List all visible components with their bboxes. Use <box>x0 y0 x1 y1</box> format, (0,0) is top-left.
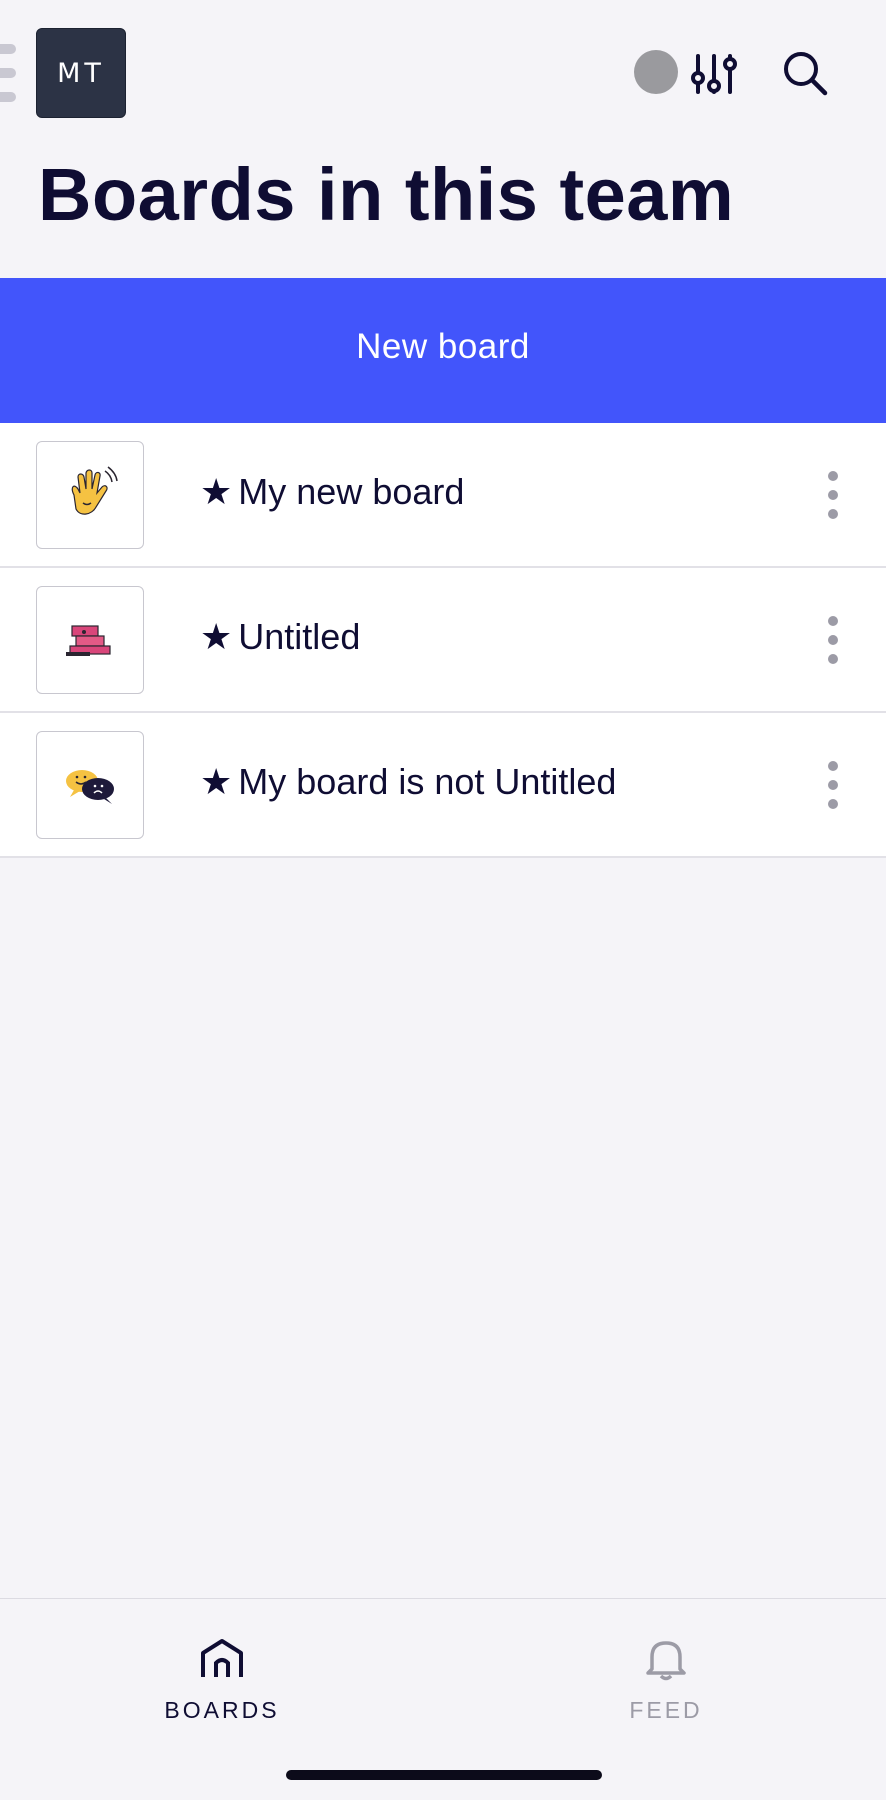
team-avatar[interactable]: MT <box>36 28 126 118</box>
home-indicator <box>286 1770 602 1780</box>
board-thumbnail <box>36 731 144 839</box>
board-title-text: Untitled <box>238 616 361 657</box>
more-options-icon[interactable] <box>822 469 844 521</box>
tab-feed-label: FEED <box>629 1697 703 1723</box>
books-icon <box>66 625 111 656</box>
board-title: ★ Untitled <box>200 616 360 658</box>
board-row[interactable]: ★ My board is not Untitled <box>0 713 886 858</box>
tab-feed[interactable]: FEED <box>556 1599 776 1739</box>
tab-boards[interactable]: BOARDS <box>112 1599 332 1739</box>
menu-handle-icon[interactable] <box>0 44 16 102</box>
app-screen: MT Boards in this team New board ★ My ne… <box>0 0 886 1800</box>
bell-icon <box>646 1641 686 1681</box>
more-options-icon[interactable] <box>822 759 844 811</box>
status-dot-icon[interactable] <box>634 50 678 94</box>
board-thumbnail <box>36 586 144 694</box>
board-title: ★ My new board <box>200 471 464 513</box>
board-row[interactable]: ★ My new board <box>0 423 886 568</box>
new-board-label: New board <box>356 327 530 366</box>
board-title-text: My new board <box>238 471 465 512</box>
star-icon[interactable]: ★ <box>200 472 232 513</box>
chat-bubbles-icon <box>66 770 114 804</box>
page-title: Boards in this team <box>38 153 735 236</box>
filter-icon[interactable] <box>690 50 738 98</box>
board-list: ★ My new board ★ Untitled ★ My board is … <box>0 423 886 858</box>
star-icon[interactable]: ★ <box>200 617 232 658</box>
star-icon[interactable]: ★ <box>200 762 232 803</box>
search-icon[interactable] <box>780 48 830 98</box>
board-title-text: My board is not Untitled <box>238 761 617 802</box>
tab-boards-label: BOARDS <box>164 1697 280 1723</box>
more-options-icon[interactable] <box>822 614 844 666</box>
board-thumbnail <box>36 441 144 549</box>
waving-hand-icon <box>71 466 118 515</box>
new-board-button[interactable]: New board <box>0 278 886 656</box>
board-title: ★ My board is not Untitled <box>200 761 616 803</box>
home-icon <box>201 1639 243 1677</box>
board-row[interactable]: ★ Untitled <box>0 568 886 713</box>
